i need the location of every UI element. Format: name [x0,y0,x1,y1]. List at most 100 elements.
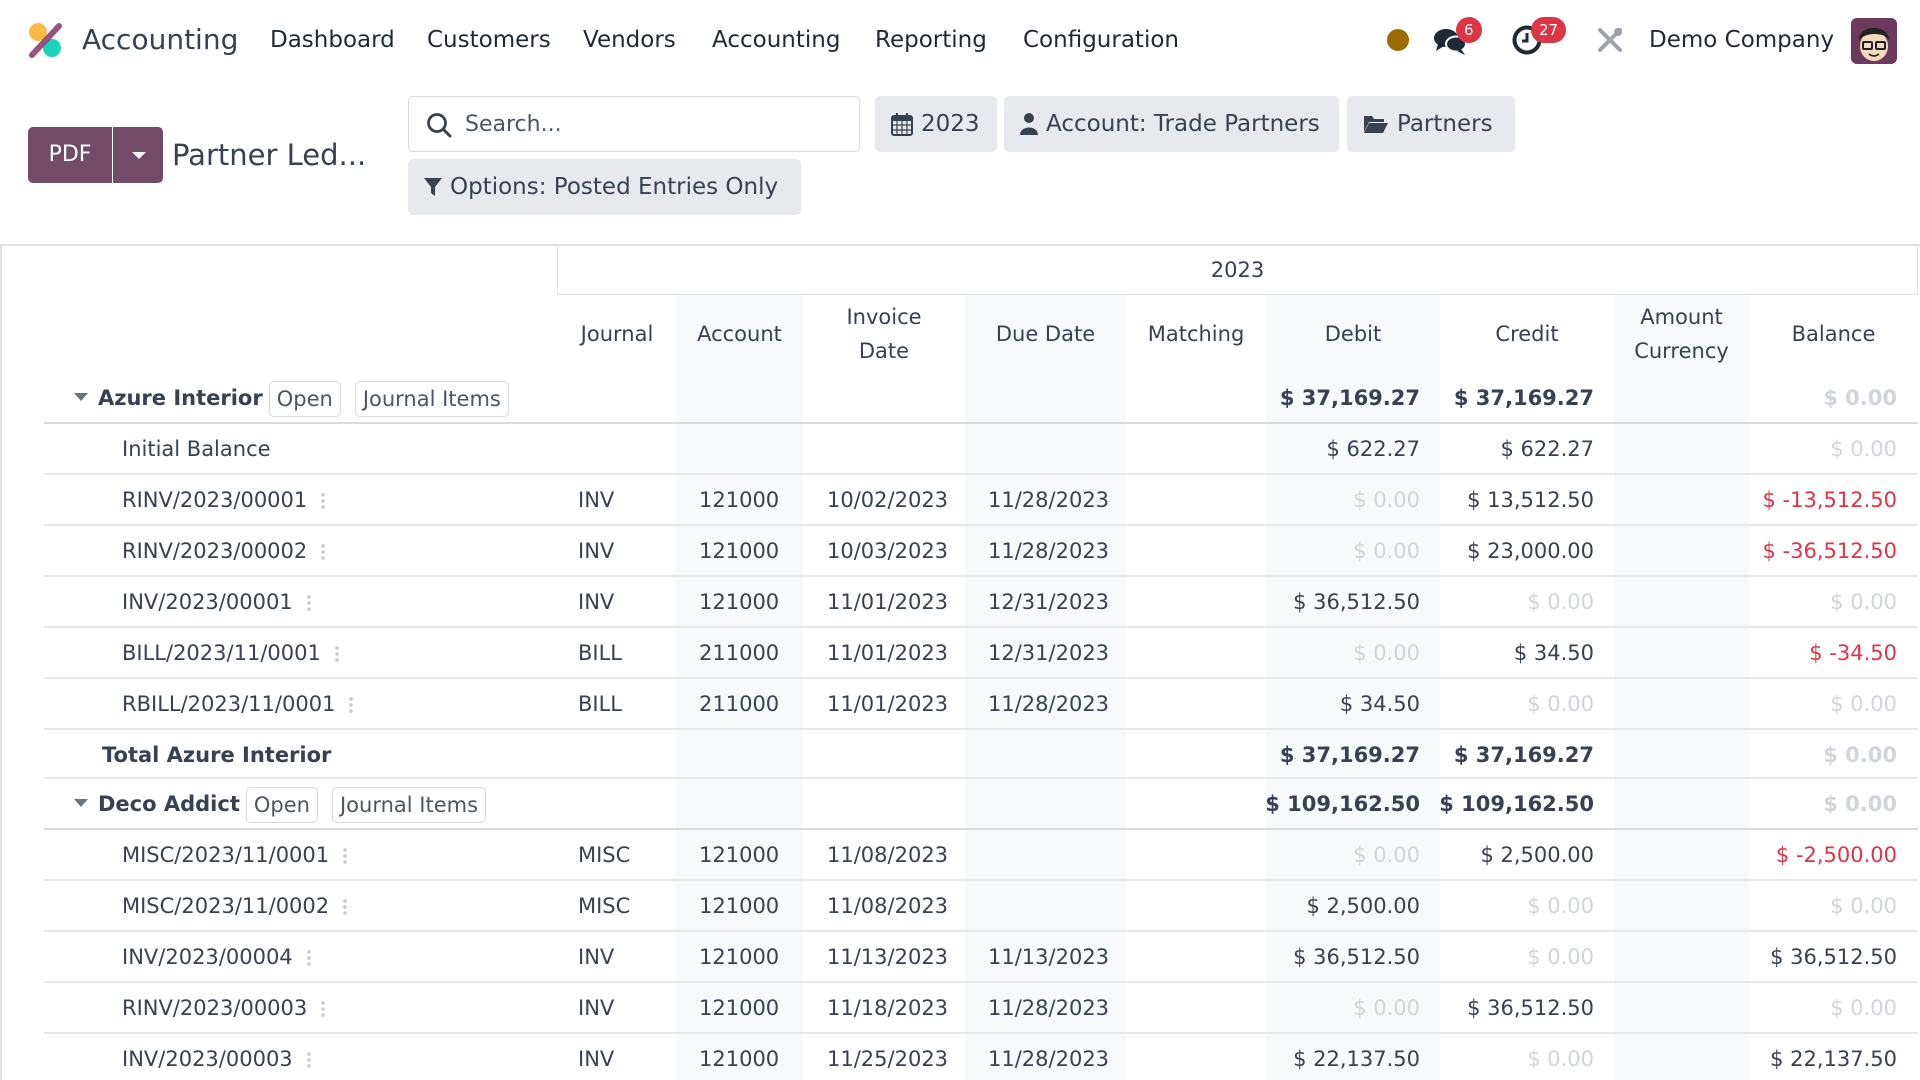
menu-customers[interactable]: Customers [427,22,551,58]
line-actions-kebab-icon[interactable] [334,645,339,663]
menu-vendors[interactable]: Vendors [583,22,676,58]
line-actions-kebab-icon[interactable] [321,543,326,561]
menu-reporting[interactable]: Reporting [875,22,987,58]
messages-count-badge: 6 [1456,17,1482,43]
line-account: 121000 [699,945,780,969]
line-credit: $ 34.50 [1513,641,1594,665]
ledger-line-row[interactable]: MISC/2023/11/0001 MISC 121000 11/08/2023 $ 0… [44,830,1918,881]
search-input[interactable] [465,105,845,143]
accounting-app-logo[interactable] [26,20,66,60]
line-label: INV/2023/00003 [122,1034,311,1080]
line-account: 121000 [699,590,780,614]
line-invoice-date: 11/01/2023 [827,692,949,716]
line-debit: $ 0.00 [1353,843,1420,867]
collapse-caret-icon[interactable] [74,799,88,807]
user-avatar[interactable] [1851,18,1897,64]
line-actions-kebab-icon[interactable] [321,1000,326,1018]
line-name[interactable]: INV/2023/00004 [122,945,293,969]
line-actions-kebab-icon[interactable] [306,594,311,612]
line-actions-kebab-icon[interactable] [343,898,348,916]
line-credit: $ 2,500.00 [1480,843,1594,867]
line-name[interactable]: RBILL/2023/11/0001 [122,692,335,716]
calendar-icon [891,113,913,136]
line-account: 121000 [699,1047,780,1071]
ledger-line-row[interactable]: Initial Balance $ 622.27 $ 622.27 $ 0.00 [44,424,1918,475]
app-title[interactable]: Accounting [82,20,238,60]
line-credit: $ 0.00 [1527,692,1594,716]
line-actions-kebab-icon[interactable] [306,1051,311,1069]
options-filter-label: Options: Posted Entries Only [450,174,779,200]
line-invoice-date: 10/02/2023 [827,488,949,512]
partner-group-row: Azure Interior Open Journal Items $ 37,169.… [44,373,1918,424]
line-name[interactable]: MISC/2023/11/0002 [122,894,329,918]
open-partner-button[interactable]: Open [245,787,318,823]
line-actions-kebab-icon[interactable] [343,847,348,865]
line-name[interactable]: RINV/2023/00003 [122,996,307,1020]
ledger-line-row[interactable]: INV/2023/00003 INV 121000 11/25/2023 11/28/2… [44,1034,1918,1080]
line-account: 121000 [699,894,780,918]
ledger-line-row[interactable]: RINV/2023/00003 INV 121000 11/18/2023 11/28/… [44,983,1918,1034]
line-account: 121000 [699,539,780,563]
ledger-line-row[interactable]: MISC/2023/11/0002 MISC 121000 11/08/2023 $ 2… [44,881,1918,932]
debug-tools-icon[interactable] [1596,26,1624,54]
collapse-caret-icon[interactable] [74,393,88,401]
total-balance: $ 0.00 [1823,743,1897,767]
menu-dashboard[interactable]: Dashboard [270,22,395,58]
line-account: 211000 [699,641,780,665]
line-debit: $ 0.00 [1353,488,1420,512]
column-header-due-date: Due Date [995,322,1096,346]
column-header-credit: Credit [1495,322,1559,346]
line-due-date: 11/28/2023 [988,1047,1110,1071]
line-balance: $ 0.00 [1830,437,1897,461]
ledger-line-row[interactable]: INV/2023/00001 INV 121000 11/01/2023 12/31/2… [44,577,1918,628]
options-filter-button[interactable]: Options: Posted Entries Only [408,159,801,215]
line-credit: $ 0.00 [1527,590,1594,614]
line-actions-kebab-icon[interactable] [321,492,326,510]
line-name[interactable]: RINV/2023/00001 [122,488,307,512]
partner-name[interactable]: Deco Addict [98,792,240,816]
presence-status-icon[interactable] [1387,29,1409,51]
ledger-line-row[interactable]: RINV/2023/00001 INV 121000 10/02/2023 11/28/… [44,475,1918,526]
ledger-line-row[interactable]: RBILL/2023/11/0001 BILL 211000 11/01/2023 11… [44,679,1918,730]
line-balance: $ 0.00 [1830,590,1897,614]
journal-items-button[interactable]: Journal Items [331,787,487,823]
line-due-date: 12/31/2023 [988,641,1110,665]
line-name[interactable]: RINV/2023/00002 [122,539,307,563]
ledger-line-row[interactable]: BILL/2023/11/0001 BILL 211000 11/01/2023 12/… [44,628,1918,679]
column-header-balance: Balance [1791,322,1876,346]
pdf-export-button[interactable]: PDF [28,127,112,183]
journal-items-button[interactable]: Journal Items [354,381,509,417]
line-actions-kebab-icon[interactable] [349,696,354,714]
line-label: BILL/2023/11/0001 [122,628,339,679]
open-partner-button[interactable]: Open [268,381,341,417]
line-name[interactable]: Initial Balance [122,437,271,461]
line-label: RINV/2023/00003 [122,983,326,1034]
date-filter-button[interactable]: 2023 [875,96,997,152]
menu-accounting[interactable]: Accounting [712,22,840,58]
line-journal: MISC [578,843,631,867]
line-actions-kebab-icon[interactable] [306,949,311,967]
line-balance: $ -34.50 [1809,641,1897,665]
account-filter-button[interactable]: Account: Trade Partners [1004,96,1339,152]
line-journal: INV [578,488,615,512]
line-journal: BILL [578,692,622,716]
line-name[interactable]: INV/2023/00003 [122,1047,293,1071]
line-name[interactable]: MISC/2023/11/0001 [122,843,329,867]
line-journal: BILL [578,641,622,665]
partner-name[interactable]: Azure Interior [98,386,263,410]
account-filter-label: Account: Trade Partners [1046,111,1320,137]
user-icon [1020,113,1038,135]
line-credit: $ 0.00 [1527,945,1594,969]
ledger-line-row[interactable]: INV/2023/00004 INV 121000 11/13/2023 11/13/2… [44,932,1918,983]
line-invoice-date: 11/08/2023 [827,894,949,918]
line-label: MISC/2023/11/0002 [122,881,348,932]
export-dropdown-toggle[interactable] [112,127,163,183]
ledger-line-row[interactable]: RINV/2023/00002 INV 121000 10/03/2023 11/28/… [44,526,1918,577]
line-name[interactable]: BILL/2023/11/0001 [122,641,321,665]
line-name[interactable]: INV/2023/00001 [122,590,293,614]
line-balance: $ 0.00 [1830,692,1897,716]
column-header-account: Account [697,322,782,346]
company-switcher[interactable]: Demo Company [1649,22,1834,58]
menu-configuration[interactable]: Configuration [1023,22,1179,58]
partners-filter-button[interactable]: Partners [1347,96,1515,152]
